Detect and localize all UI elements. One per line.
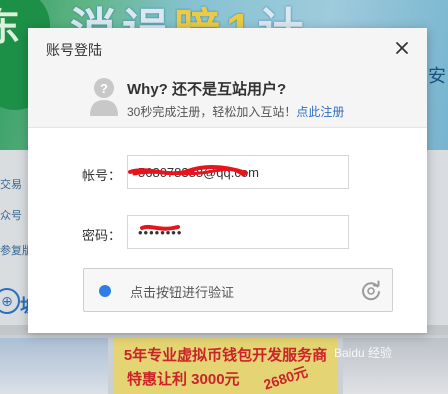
account-label: 帐号： <box>82 168 122 183</box>
user-avatar-icon: ? <box>90 78 118 116</box>
refresh-icon[interactable] <box>360 280 382 302</box>
register-notice: ? Why? 还不是互站用户? 30秒完成注册，轻松加入互站！点此注册 <box>28 68 427 128</box>
password-label: 密码： <box>82 228 122 243</box>
close-icon <box>396 42 408 54</box>
notice-subtitle: 30秒完成注册，轻松加入互站！点此注册 <box>127 103 344 120</box>
verify-dot-icon <box>99 285 111 297</box>
watermark: Baidu 经验 <box>334 346 393 360</box>
register-link[interactable]: 点此注册 <box>296 105 344 119</box>
login-dialog: 账号登陆 ? Why? 还不是互站用户? 30秒完成注册，轻松加入互站！点此注册… <box>28 28 427 333</box>
password-input[interactable] <box>127 215 349 249</box>
account-input[interactable] <box>127 155 349 189</box>
close-button[interactable] <box>391 37 413 59</box>
dialog-header: 账号登陆 <box>28 28 427 68</box>
notice-subtitle-text: 30秒完成注册，轻松加入互站！ <box>127 105 297 119</box>
notice-headline: Why? 还不是互站用户? <box>127 81 287 98</box>
svg-text:?: ? <box>100 81 108 96</box>
dialog-title: 账号登陆 <box>46 42 102 58</box>
verify-label: 点击按钮进行验证 <box>130 285 235 300</box>
captcha-verify-button[interactable]: 点击按钮进行验证 <box>83 268 393 312</box>
